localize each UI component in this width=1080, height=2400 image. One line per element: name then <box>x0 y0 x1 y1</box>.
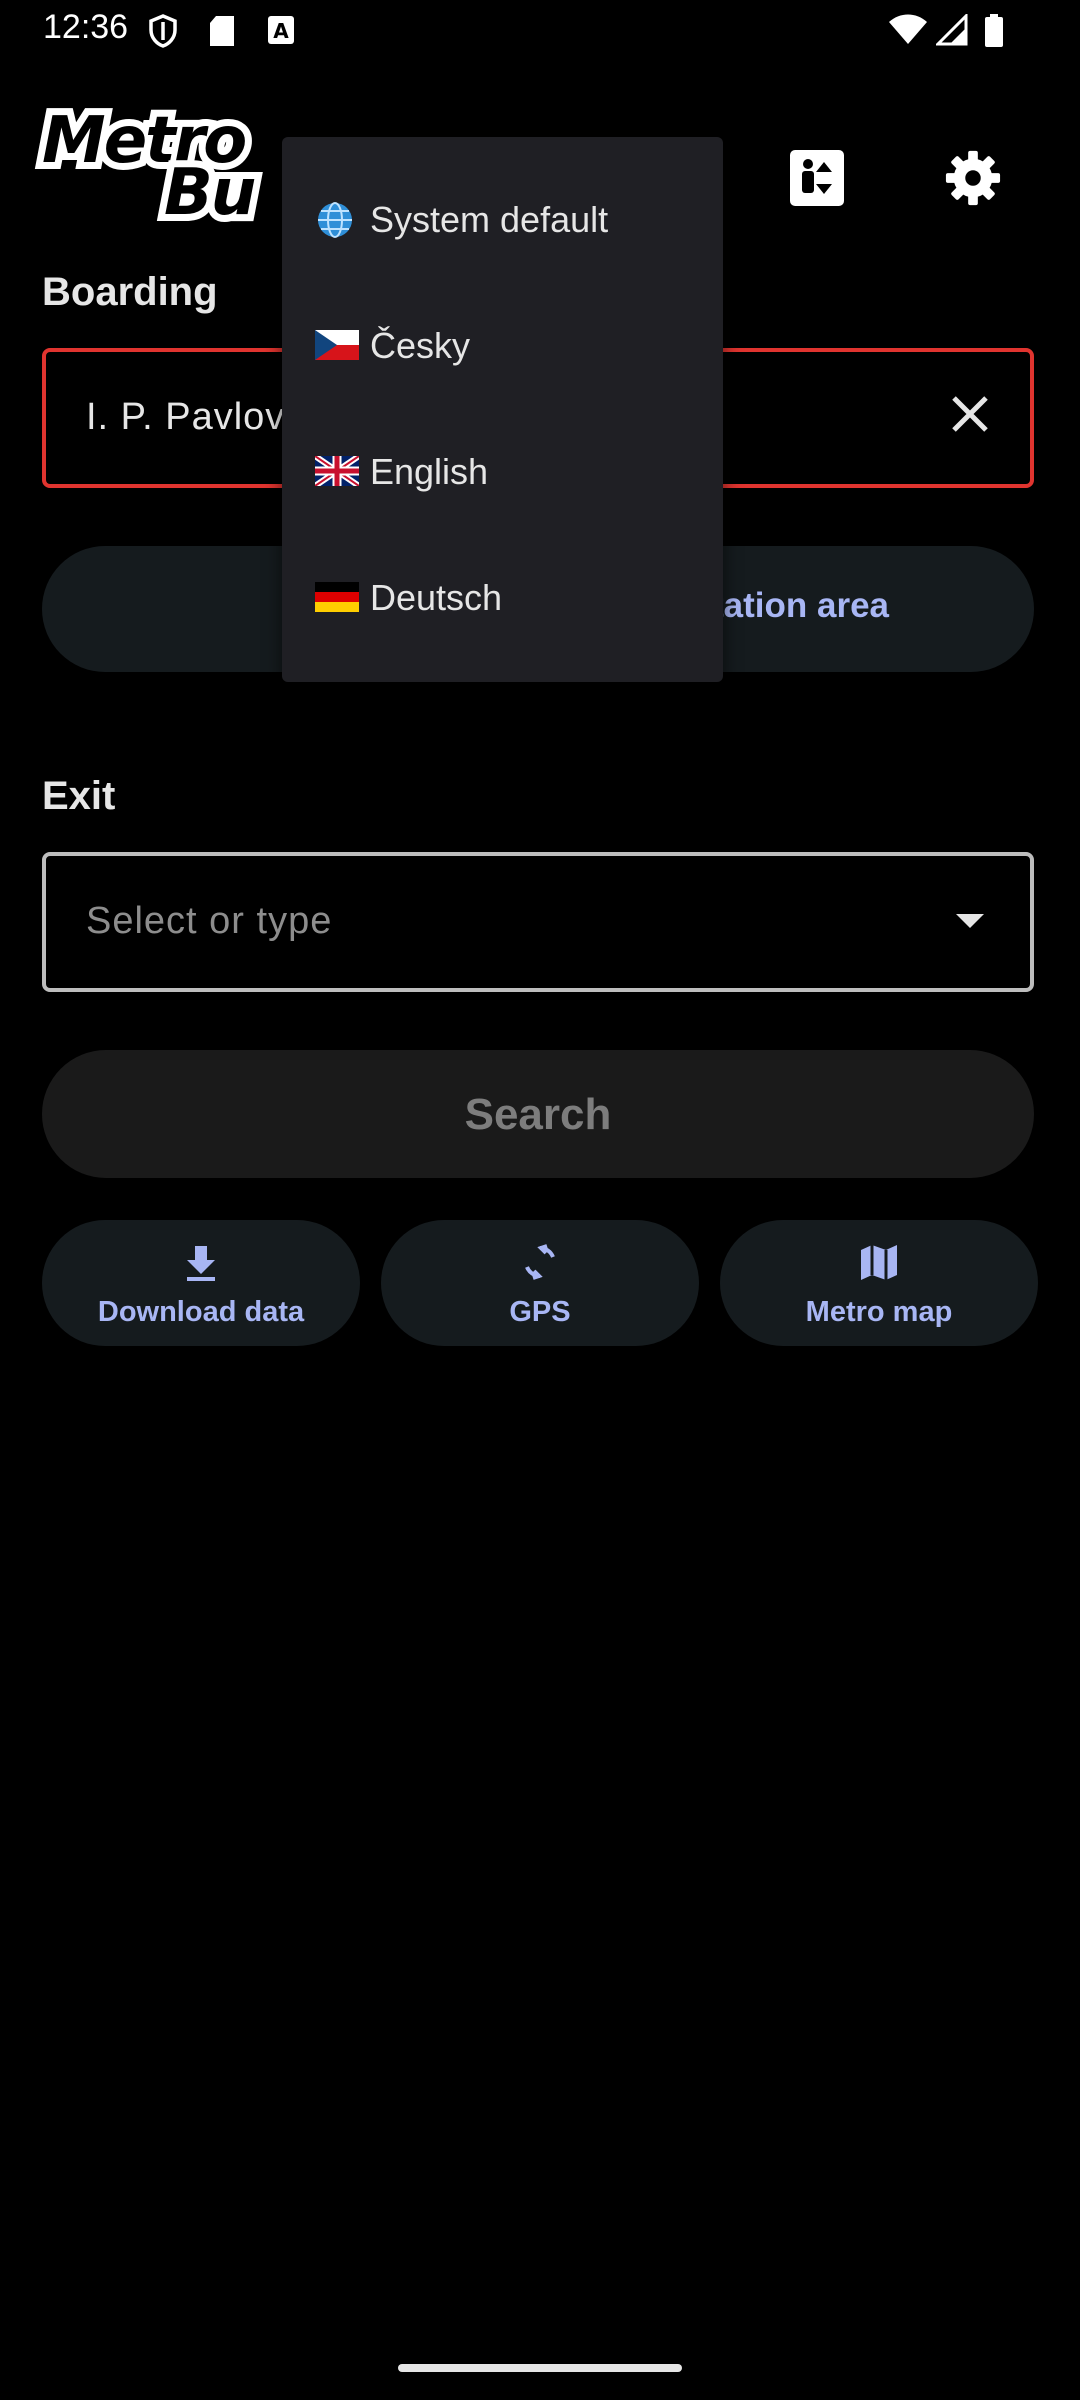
search-button[interactable]: Search <box>42 1050 1034 1178</box>
logo-text-second: Bu <box>157 149 263 237</box>
map-icon <box>861 1245 897 1280</box>
metro-map-label: Metro map <box>805 1296 953 1328</box>
globe-icon <box>318 202 352 238</box>
search-label: Search <box>464 1090 612 1139</box>
sd-card-icon <box>210 16 234 46</box>
menu-item-label: English <box>370 451 489 492</box>
menu-item-deutsch[interactable]: Deutsch <box>282 535 723 661</box>
wifi-icon <box>889 14 927 44</box>
exit-input[interactable]: Select or type <box>42 852 1034 992</box>
home-indicator[interactable] <box>398 2364 682 2372</box>
settings-gear-icon[interactable] <box>944 148 1002 208</box>
boarding-input-value: I. P. Pavlov <box>86 396 286 438</box>
boarding-label: Boarding <box>42 270 218 314</box>
menu-item-cesky[interactable]: Česky <box>282 283 723 409</box>
dropdown-arrow-icon[interactable] <box>956 914 984 928</box>
menu-item-label: Česky <box>370 325 471 366</box>
svg-text:A: A <box>273 19 289 43</box>
menu-item-english[interactable]: English <box>282 409 723 535</box>
download-data-label: Download data <box>97 1296 305 1328</box>
menu-item-system-default[interactable]: System default <box>282 157 723 283</box>
clear-icon[interactable] <box>946 390 994 438</box>
german-flag-icon <box>315 582 359 612</box>
keyboard-a-icon: A <box>268 16 294 44</box>
refresh-icon <box>525 1244 555 1280</box>
station-area-label: tation area <box>712 586 889 625</box>
exit-input-placeholder: Select or type <box>86 900 333 942</box>
elevator-icon[interactable] <box>788 148 846 208</box>
exit-label: Exit <box>42 774 116 818</box>
battery-icon <box>985 14 1003 47</box>
download-icon <box>187 1246 215 1281</box>
gps-button[interactable]: GPS <box>381 1220 699 1346</box>
shield-icon <box>149 14 177 48</box>
metro-map-button[interactable]: Metro map <box>720 1220 1038 1346</box>
uk-flag-icon <box>315 456 359 486</box>
cellular-signal-icon <box>936 14 968 46</box>
status-time: 12:36 <box>43 8 129 46</box>
czech-flag-icon <box>315 330 359 360</box>
app-logo: Metro Bu <box>35 97 282 237</box>
gps-label: GPS <box>509 1296 571 1328</box>
menu-item-label: System default <box>370 199 609 240</box>
status-bar: 12:36 A <box>0 0 1080 62</box>
download-data-button[interactable]: Download data <box>42 1220 360 1346</box>
menu-item-label: Deutsch <box>370 577 503 618</box>
language-menu: System default Česky English Deutsch <box>282 137 723 682</box>
